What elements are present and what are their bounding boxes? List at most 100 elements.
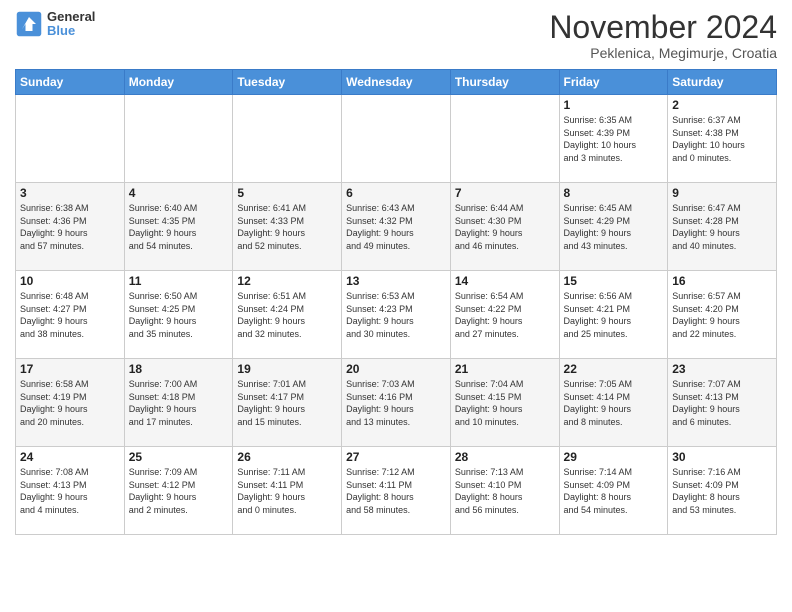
- day-info: Sunrise: 6:45 AM Sunset: 4:29 PM Dayligh…: [564, 202, 664, 252]
- day-number: 17: [20, 362, 120, 376]
- day-number: 10: [20, 274, 120, 288]
- calendar-cell: [450, 95, 559, 183]
- day-info: Sunrise: 6:54 AM Sunset: 4:22 PM Dayligh…: [455, 290, 555, 340]
- week-row-2: 3Sunrise: 6:38 AM Sunset: 4:36 PM Daylig…: [16, 183, 777, 271]
- day-number: 4: [129, 186, 229, 200]
- day-info: Sunrise: 6:38 AM Sunset: 4:36 PM Dayligh…: [20, 202, 120, 252]
- day-info: Sunrise: 6:50 AM Sunset: 4:25 PM Dayligh…: [129, 290, 229, 340]
- calendar-cell: 15 Sunrise: 6:56 AM Sunset: 4:21 PM Dayli…: [559, 271, 668, 359]
- day-info: Sunrise: 7:09 AM Sunset: 4:12 PM Dayligh…: [129, 466, 229, 516]
- calendar-table: SundayMondayTuesdayWednesdayThursdayFrid…: [15, 69, 777, 535]
- day-number: 16: [672, 274, 772, 288]
- day-number: 9: [672, 186, 772, 200]
- calendar-cell: 18 Sunrise: 7:00 AM Sunset: 4:18 PM Dayli…: [124, 359, 233, 447]
- week-row-1: 1Sunrise: 6:35 AM Sunset: 4:39 PM Daylig…: [16, 95, 777, 183]
- day-number: 19: [237, 362, 337, 376]
- day-number: 12: [237, 274, 337, 288]
- day-of-week-monday: Monday: [124, 70, 233, 95]
- calendar-cell: 8 Sunrise: 6:45 AM Sunset: 4:29 PM Daylig…: [559, 183, 668, 271]
- day-info: Sunrise: 6:51 AM Sunset: 4:24 PM Dayligh…: [237, 290, 337, 340]
- day-info: Sunrise: 7:01 AM Sunset: 4:17 PM Dayligh…: [237, 378, 337, 428]
- day-number: 30: [672, 450, 772, 464]
- calendar-cell: 3Sunrise: 6:38 AM Sunset: 4:36 PM Daylig…: [16, 183, 125, 271]
- day-of-week-tuesday: Tuesday: [233, 70, 342, 95]
- day-number: 15: [564, 274, 664, 288]
- calendar-cell: [124, 95, 233, 183]
- calendar-cell: 14Sunrise: 6:54 AM Sunset: 4:22 PM Dayli…: [450, 271, 559, 359]
- day-info: Sunrise: 6:57 AM Sunset: 4:20 PM Dayligh…: [672, 290, 772, 340]
- day-number: 27: [346, 450, 446, 464]
- calendar-cell: 5 Sunrise: 6:41 AM Sunset: 4:33 PM Daylig…: [233, 183, 342, 271]
- day-number: 8: [564, 186, 664, 200]
- calendar-cell: 7 Sunrise: 6:44 AM Sunset: 4:30 PM Daylig…: [450, 183, 559, 271]
- day-of-week-wednesday: Wednesday: [342, 70, 451, 95]
- day-number: 6: [346, 186, 446, 200]
- calendar-cell: 27 Sunrise: 7:12 AM Sunset: 4:11 PM Dayli…: [342, 447, 451, 535]
- day-number: 22: [564, 362, 664, 376]
- calendar-cell: 11 Sunrise: 6:50 AM Sunset: 4:25 PM Dayli…: [124, 271, 233, 359]
- calendar-cell: 28 Sunrise: 7:13 AM Sunset: 4:10 PM Dayli…: [450, 447, 559, 535]
- location-subtitle: Peklenica, Megimurje, Croatia: [549, 45, 777, 61]
- day-number: 1: [564, 98, 664, 112]
- logo-blue: Blue: [47, 24, 95, 38]
- day-of-week-saturday: Saturday: [668, 70, 777, 95]
- day-info: Sunrise: 6:41 AM Sunset: 4:33 PM Dayligh…: [237, 202, 337, 252]
- calendar-header-row: SundayMondayTuesdayWednesdayThursdayFrid…: [16, 70, 777, 95]
- day-info: Sunrise: 7:04 AM Sunset: 4:15 PM Dayligh…: [455, 378, 555, 428]
- calendar-cell: 6Sunrise: 6:43 AM Sunset: 4:32 PM Daylig…: [342, 183, 451, 271]
- calendar-cell: 4 Sunrise: 6:40 AM Sunset: 4:35 PM Daylig…: [124, 183, 233, 271]
- calendar-cell: 29 Sunrise: 7:14 AM Sunset: 4:09 PM Dayli…: [559, 447, 668, 535]
- page-container: General Blue November 2024 Peklenica, Me…: [0, 0, 792, 545]
- calendar-cell: 23 Sunrise: 7:07 AM Sunset: 4:13 PM Dayli…: [668, 359, 777, 447]
- logo: General Blue: [15, 10, 95, 39]
- calendar-cell: 25 Sunrise: 7:09 AM Sunset: 4:12 PM Dayli…: [124, 447, 233, 535]
- day-info: Sunrise: 7:14 AM Sunset: 4:09 PM Dayligh…: [564, 466, 664, 516]
- day-info: Sunrise: 6:56 AM Sunset: 4:21 PM Dayligh…: [564, 290, 664, 340]
- day-info: Sunrise: 7:03 AM Sunset: 4:16 PM Dayligh…: [346, 378, 446, 428]
- day-info: Sunrise: 7:07 AM Sunset: 4:13 PM Dayligh…: [672, 378, 772, 428]
- day-info: Sunrise: 7:13 AM Sunset: 4:10 PM Dayligh…: [455, 466, 555, 516]
- day-number: 5: [237, 186, 337, 200]
- calendar-cell: 19 Sunrise: 7:01 AM Sunset: 4:17 PM Dayli…: [233, 359, 342, 447]
- calendar-cell: [233, 95, 342, 183]
- day-info: Sunrise: 6:44 AM Sunset: 4:30 PM Dayligh…: [455, 202, 555, 252]
- day-number: 26: [237, 450, 337, 464]
- header: General Blue November 2024 Peklenica, Me…: [15, 10, 777, 61]
- day-of-week-thursday: Thursday: [450, 70, 559, 95]
- week-row-5: 24Sunrise: 7:08 AM Sunset: 4:13 PM Dayli…: [16, 447, 777, 535]
- logo-icon: [15, 10, 43, 38]
- day-of-week-sunday: Sunday: [16, 70, 125, 95]
- day-number: 13: [346, 274, 446, 288]
- logo-general: General: [47, 10, 95, 24]
- day-info: Sunrise: 7:11 AM Sunset: 4:11 PM Dayligh…: [237, 466, 337, 516]
- day-number: 7: [455, 186, 555, 200]
- day-info: Sunrise: 6:58 AM Sunset: 4:19 PM Dayligh…: [20, 378, 120, 428]
- calendar-cell: 22 Sunrise: 7:05 AM Sunset: 4:14 PM Dayli…: [559, 359, 668, 447]
- calendar-cell: 1Sunrise: 6:35 AM Sunset: 4:39 PM Daylig…: [559, 95, 668, 183]
- day-number: 25: [129, 450, 229, 464]
- logo-text: General Blue: [47, 10, 95, 39]
- day-number: 20: [346, 362, 446, 376]
- calendar-cell: 20 Sunrise: 7:03 AM Sunset: 4:16 PM Dayli…: [342, 359, 451, 447]
- day-number: 28: [455, 450, 555, 464]
- day-number: 29: [564, 450, 664, 464]
- day-info: Sunrise: 7:12 AM Sunset: 4:11 PM Dayligh…: [346, 466, 446, 516]
- day-info: Sunrise: 6:47 AM Sunset: 4:28 PM Dayligh…: [672, 202, 772, 252]
- day-info: Sunrise: 7:00 AM Sunset: 4:18 PM Dayligh…: [129, 378, 229, 428]
- calendar-cell: 24Sunrise: 7:08 AM Sunset: 4:13 PM Dayli…: [16, 447, 125, 535]
- day-info: Sunrise: 6:53 AM Sunset: 4:23 PM Dayligh…: [346, 290, 446, 340]
- day-number: 24: [20, 450, 120, 464]
- calendar-cell: 12 Sunrise: 6:51 AM Sunset: 4:24 PM Dayli…: [233, 271, 342, 359]
- day-info: Sunrise: 7:05 AM Sunset: 4:14 PM Dayligh…: [564, 378, 664, 428]
- calendar-cell: 30Sunrise: 7:16 AM Sunset: 4:09 PM Dayli…: [668, 447, 777, 535]
- day-number: 18: [129, 362, 229, 376]
- calendar-cell: 10 Sunrise: 6:48 AM Sunset: 4:27 PM Dayli…: [16, 271, 125, 359]
- day-number: 23: [672, 362, 772, 376]
- month-title: November 2024: [549, 10, 777, 45]
- calendar-cell: 26 Sunrise: 7:11 AM Sunset: 4:11 PM Dayli…: [233, 447, 342, 535]
- day-number: 11: [129, 274, 229, 288]
- day-info: Sunrise: 6:40 AM Sunset: 4:35 PM Dayligh…: [129, 202, 229, 252]
- day-number: 21: [455, 362, 555, 376]
- week-row-4: 17 Sunrise: 6:58 AM Sunset: 4:19 PM Dayli…: [16, 359, 777, 447]
- day-info: Sunrise: 6:48 AM Sunset: 4:27 PM Dayligh…: [20, 290, 120, 340]
